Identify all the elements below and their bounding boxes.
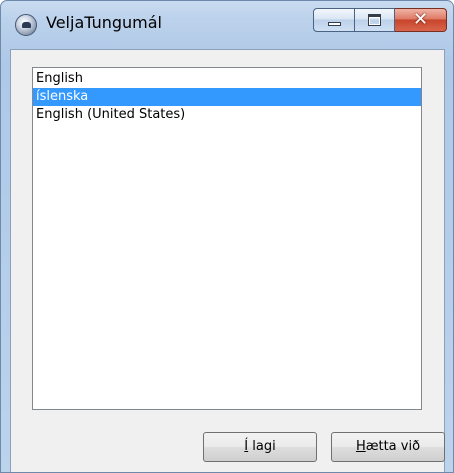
maximize-icon: [368, 14, 381, 26]
list-item-english-united-states[interactable]: English (United States): [33, 106, 421, 124]
cancel-button-mnemonic: H: [355, 439, 366, 454]
dialog-client-area: English íslenska English (United States)…: [10, 49, 445, 472]
minimize-button[interactable]: [313, 8, 355, 32]
maximize-button[interactable]: [355, 8, 395, 32]
window-title: VeljaTungumál: [46, 13, 162, 32]
list-item-english[interactable]: English: [33, 70, 421, 88]
close-button[interactable]: ✕: [395, 8, 447, 32]
minimize-icon: [328, 22, 341, 26]
ok-button[interactable]: Í lagi: [203, 432, 317, 462]
close-icon: ✕: [412, 9, 429, 30]
ok-button-label: lagi: [248, 439, 276, 454]
cancel-button[interactable]: Hætta við: [331, 432, 445, 462]
cancel-button-label: ætta við: [365, 439, 421, 454]
language-listbox[interactable]: English íslenska English (United States): [32, 67, 422, 410]
dialog-window: VeljaTungumál ✕ English íslenska English…: [0, 0, 454, 473]
telephone-icon[interactable]: [15, 14, 37, 36]
list-item-islenska[interactable]: íslenska: [33, 88, 421, 106]
caption-buttons: ✕: [313, 8, 447, 32]
title-bar[interactable]: VeljaTungumál ✕: [1, 1, 453, 49]
